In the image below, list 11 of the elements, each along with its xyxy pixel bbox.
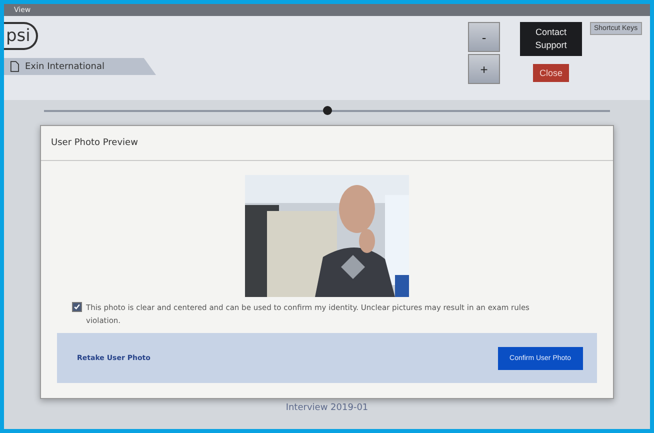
logo: psi (4, 22, 38, 50)
zoom-out-button[interactable]: - (468, 22, 500, 52)
zoom-in-button[interactable]: + (468, 54, 500, 84)
dialog-title: User Photo Preview (51, 138, 138, 148)
slider-thumb[interactable] (323, 106, 332, 115)
contact-support-button[interactable]: Contact Support (520, 22, 582, 56)
footer-text: Interview 2019-01 (284, 403, 370, 413)
close-button[interactable]: Close (533, 64, 568, 82)
document-tab[interactable]: Exin International (4, 58, 156, 75)
document-icon (10, 61, 19, 72)
checkbox[interactable] (72, 302, 82, 312)
